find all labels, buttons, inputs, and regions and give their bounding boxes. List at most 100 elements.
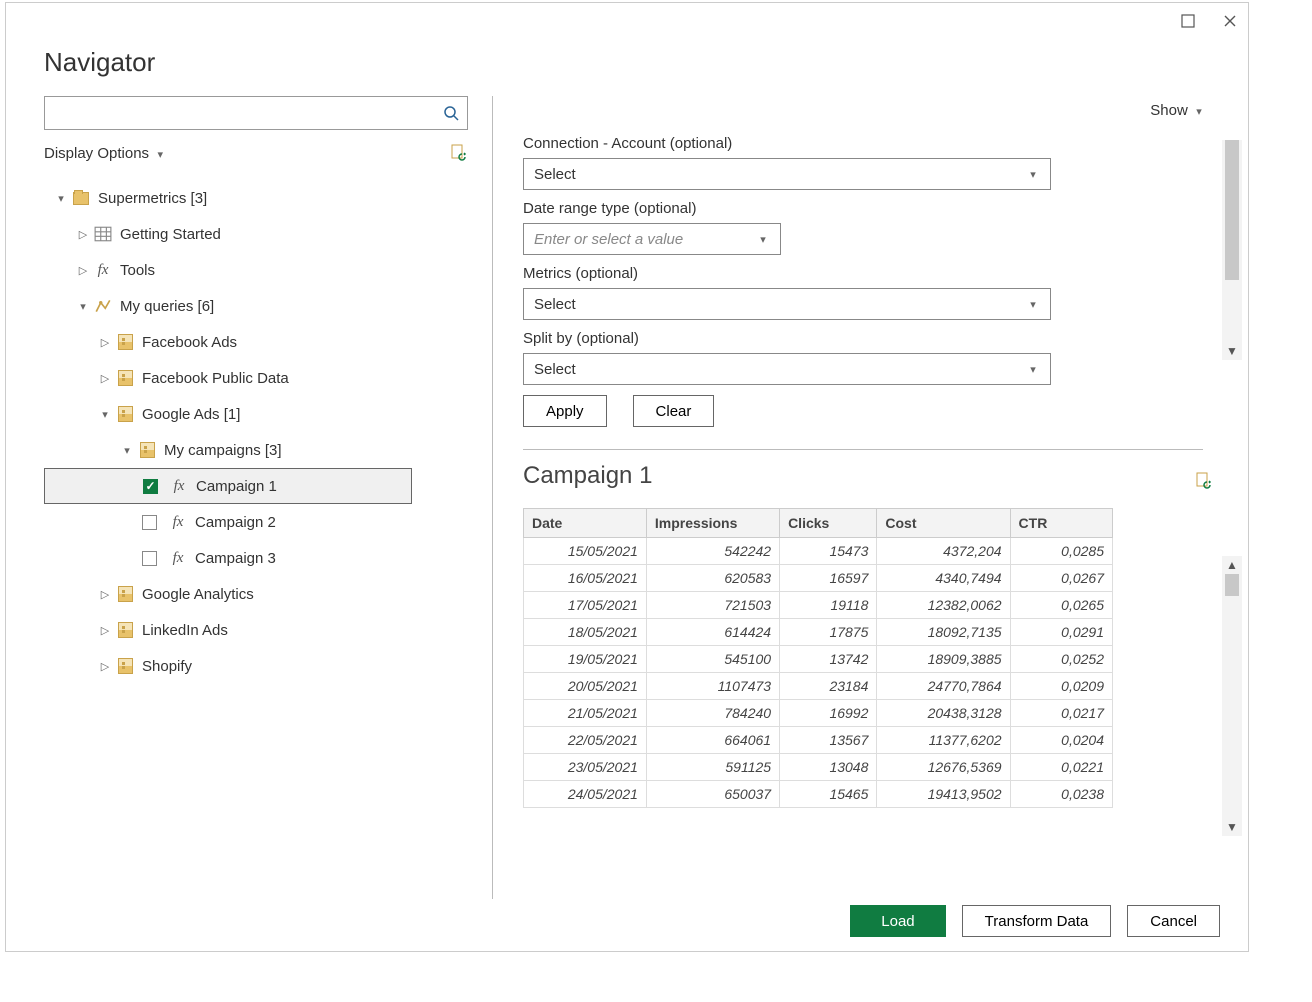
col-header-clicks: Clicks bbox=[780, 509, 877, 538]
tree-item-google-ads[interactable]: ▾ Google Ads [1] bbox=[44, 396, 486, 432]
refresh-tree-button[interactable] bbox=[450, 144, 468, 162]
close-button[interactable] bbox=[1220, 11, 1240, 31]
display-options-label: Display Options bbox=[44, 145, 149, 162]
tree-label: Campaign 3 bbox=[195, 550, 276, 567]
tree-item-my-queries[interactable]: ▾ My queries [6] bbox=[44, 288, 486, 324]
cell-clicks: 13742 bbox=[780, 646, 877, 673]
table-row[interactable]: 16/05/2021620583165974340,74940,0267 bbox=[524, 565, 1113, 592]
cell-ctr: 0,0217 bbox=[1010, 700, 1112, 727]
cell-cost: 4372,204 bbox=[877, 538, 1010, 565]
cell-ctr: 0,0285 bbox=[1010, 538, 1112, 565]
tree-count: [1] bbox=[224, 406, 241, 423]
preview-title: Campaign 1 bbox=[523, 462, 652, 490]
chevron-down-icon: ▾ bbox=[153, 148, 167, 161]
table-row[interactable]: 22/05/20216640611356711377,62020,0204 bbox=[524, 727, 1113, 754]
cell-cost: 18909,3885 bbox=[877, 646, 1010, 673]
tree-item-google-analytics[interactable]: ▷ Google Analytics bbox=[44, 576, 486, 612]
tree-item-tools[interactable]: ▷ fx Tools bbox=[44, 252, 486, 288]
apply-button[interactable]: Apply bbox=[523, 395, 607, 427]
col-header-impressions: Impressions bbox=[646, 509, 779, 538]
maximize-button[interactable] bbox=[1178, 11, 1198, 31]
checkbox-icon[interactable] bbox=[142, 551, 157, 566]
checkbox-icon[interactable] bbox=[142, 515, 157, 530]
tree-item-facebook-ads[interactable]: ▷ Facebook Ads bbox=[44, 324, 486, 360]
load-button[interactable]: Load bbox=[850, 905, 945, 937]
table-row[interactable]: 21/05/20217842401699220438,31280,0217 bbox=[524, 700, 1113, 727]
table-row[interactable]: 19/05/20215451001374218909,38850,0252 bbox=[524, 646, 1113, 673]
db-folder-icon bbox=[116, 369, 134, 387]
cell-ctr: 0,0252 bbox=[1010, 646, 1112, 673]
tree-item-campaign-3[interactable]: fx Campaign 3 bbox=[44, 540, 486, 576]
chevron-right-icon: ▷ bbox=[76, 228, 90, 241]
checkbox-checked-icon[interactable] bbox=[143, 479, 158, 494]
scroll-down-icon[interactable]: ▼ bbox=[1223, 818, 1241, 836]
show-label: Show bbox=[1150, 102, 1188, 119]
tree-item-campaign-1[interactable]: fx Campaign 1 bbox=[44, 468, 412, 504]
tree-label: Facebook Ads bbox=[142, 334, 237, 351]
fx-icon: fx bbox=[169, 513, 187, 531]
cell-clicks: 23184 bbox=[780, 673, 877, 700]
cell-clicks: 16992 bbox=[780, 700, 877, 727]
cancel-button[interactable]: Cancel bbox=[1127, 905, 1220, 937]
chevron-right-icon: ▷ bbox=[98, 660, 112, 673]
form-scrollbar[interactable]: ▲ ▼ bbox=[1222, 140, 1242, 360]
table-scrollbar[interactable]: ▲ ▼ bbox=[1222, 556, 1242, 836]
splitby-select[interactable]: Select ▾ bbox=[523, 353, 1051, 385]
select-value: Select bbox=[534, 296, 576, 313]
select-value: Select bbox=[534, 166, 576, 183]
chevron-down-icon: ▾ bbox=[76, 300, 90, 313]
tree-item-campaign-2[interactable]: fx Campaign 2 bbox=[44, 504, 486, 540]
tree-item-getting-started[interactable]: ▷ Getting Started bbox=[44, 216, 486, 252]
select-placeholder: Enter or select a value bbox=[534, 231, 683, 248]
daterange-select[interactable]: Enter or select a value ▾ bbox=[523, 223, 781, 255]
cell-clicks: 15465 bbox=[780, 781, 877, 808]
tree-label: Google Ads bbox=[142, 406, 220, 423]
tree-label: Campaign 2 bbox=[195, 514, 276, 531]
preview-table: Date Impressions Clicks Cost CTR 15/05/2… bbox=[523, 508, 1113, 808]
tree-label: My queries bbox=[120, 298, 193, 315]
tree-item-linkedin-ads[interactable]: ▷ LinkedIn Ads bbox=[44, 612, 486, 648]
scroll-down-icon[interactable]: ▼ bbox=[1223, 342, 1241, 360]
connection-label: Connection - Account (optional) bbox=[523, 135, 1218, 152]
scroll-up-icon[interactable]: ▲ bbox=[1223, 556, 1241, 574]
cell-cost: 4340,7494 bbox=[877, 565, 1010, 592]
tree-label: Facebook Public Data bbox=[142, 370, 289, 387]
daterange-label: Date range type (optional) bbox=[523, 200, 1218, 217]
chevron-down-icon: ▾ bbox=[120, 444, 134, 457]
cell-impressions: 591125 bbox=[646, 754, 779, 781]
cell-cost: 11377,6202 bbox=[877, 727, 1010, 754]
tree-label: Campaign 1 bbox=[196, 478, 277, 495]
search-input[interactable] bbox=[44, 96, 468, 130]
table-row[interactable]: 23/05/20215911251304812676,53690,0221 bbox=[524, 754, 1113, 781]
cell-date: 23/05/2021 bbox=[524, 754, 647, 781]
window-title: Navigator bbox=[6, 39, 1248, 96]
cell-date: 24/05/2021 bbox=[524, 781, 647, 808]
tree-item-facebook-public[interactable]: ▷ Facebook Public Data bbox=[44, 360, 486, 396]
display-options-dropdown[interactable]: Display Options ▾ bbox=[44, 145, 167, 162]
db-folder-icon bbox=[116, 657, 134, 675]
show-dropdown[interactable]: Show ▾ bbox=[1150, 102, 1206, 119]
table-row[interactable]: 20/05/202111074732318424770,78640,0209 bbox=[524, 673, 1113, 700]
cell-clicks: 17875 bbox=[780, 619, 877, 646]
scroll-thumb[interactable] bbox=[1225, 574, 1239, 596]
footer: Load Transform Data Cancel bbox=[850, 905, 1220, 937]
col-header-ctr: CTR bbox=[1010, 509, 1112, 538]
table-row[interactable]: 17/05/20217215031911812382,00620,0265 bbox=[524, 592, 1113, 619]
clear-button[interactable]: Clear bbox=[633, 395, 715, 427]
fx-icon: fx bbox=[170, 477, 188, 495]
col-header-date: Date bbox=[524, 509, 647, 538]
tree-item-supermetrics[interactable]: ▾ Supermetrics [3] bbox=[44, 180, 486, 216]
refresh-preview-button[interactable] bbox=[1195, 472, 1213, 490]
transform-data-button[interactable]: Transform Data bbox=[962, 905, 1112, 937]
tree-count: [6] bbox=[198, 298, 215, 315]
tree-item-my-campaigns[interactable]: ▾ My campaigns [3] bbox=[44, 432, 486, 468]
tree-item-shopify[interactable]: ▷ Shopify bbox=[44, 648, 486, 684]
table-row[interactable]: 24/05/20216500371546519413,95020,0238 bbox=[524, 781, 1113, 808]
queries-icon bbox=[94, 297, 112, 315]
db-folder-icon bbox=[116, 585, 134, 603]
scroll-thumb[interactable] bbox=[1225, 140, 1239, 280]
table-row[interactable]: 15/05/2021542242154734372,2040,0285 bbox=[524, 538, 1113, 565]
table-row[interactable]: 18/05/20216144241787518092,71350,0291 bbox=[524, 619, 1113, 646]
connection-select[interactable]: Select ▾ bbox=[523, 158, 1051, 190]
metrics-select[interactable]: Select ▾ bbox=[523, 288, 1051, 320]
